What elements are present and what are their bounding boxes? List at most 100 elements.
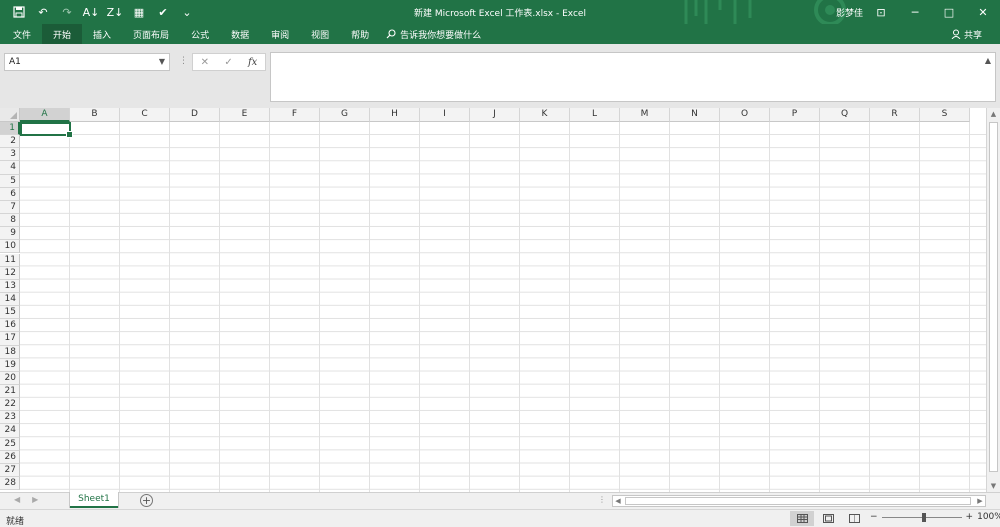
row-header-27[interactable]: 27 [0, 463, 20, 478]
zoom-slider[interactable] [881, 512, 962, 522]
chevron-down-icon[interactable]: ▼ [159, 57, 165, 66]
column-header-f[interactable]: F [270, 108, 320, 122]
row-header-11[interactable]: 11 [0, 253, 20, 267]
row-header-19[interactable]: 19 [0, 358, 20, 372]
row-header-14[interactable]: 14 [0, 292, 20, 307]
column-header-b[interactable]: B [70, 108, 120, 122]
row-header-28[interactable]: 28 [0, 477, 20, 491]
column-header-n[interactable]: N [670, 108, 720, 122]
row-header-2[interactable]: 2 [0, 135, 20, 149]
undo-button[interactable]: ↶ [32, 1, 54, 23]
page-layout-view-icon[interactable] [816, 511, 840, 526]
cancel-icon[interactable]: ✕ [201, 57, 209, 68]
vertical-scrollbar[interactable]: ▲ ▼ [986, 108, 1000, 492]
scroll-left-icon[interactable]: ◀ [613, 496, 623, 506]
row-header-10[interactable]: 10 [0, 240, 20, 254]
row-header-25[interactable]: 25 [0, 437, 20, 451]
horizontal-scrollbar[interactable]: ◀ ▶ [612, 495, 986, 507]
column-header-c[interactable]: C [120, 108, 170, 122]
column-header-i[interactable]: I [420, 108, 470, 122]
select-all-button[interactable] [0, 108, 20, 122]
add-sheet-button[interactable]: + [140, 494, 153, 507]
minimize-button[interactable]: ─ [898, 0, 932, 24]
tab-0[interactable]: 文件 [2, 24, 42, 44]
row-header-24[interactable]: 24 [0, 424, 20, 438]
row-header-6[interactable]: 6 [0, 187, 20, 201]
enter-icon[interactable]: ✓ [224, 57, 232, 68]
active-cell-a1[interactable] [20, 122, 73, 138]
formula-input[interactable]: ▲ [270, 52, 996, 102]
scroll-down-icon[interactable]: ▼ [987, 480, 1000, 492]
scroll-right-icon[interactable]: ▶ [975, 496, 985, 506]
user-name[interactable]: 影梦佳 [836, 6, 863, 19]
row-header-1[interactable]: 1 [0, 122, 20, 136]
column-header-k[interactable]: K [520, 108, 570, 122]
row-header-7[interactable]: 7 [0, 200, 20, 215]
column-header-e[interactable]: E [220, 108, 270, 122]
row-header-12[interactable]: 12 [0, 266, 20, 280]
chevron-up-icon[interactable]: ▲ [985, 56, 991, 65]
row-header-23[interactable]: 23 [0, 411, 20, 425]
ribbon-display-options-button[interactable]: ⊡ [864, 0, 898, 24]
redo-button[interactable]: ↷ [56, 1, 78, 23]
row-header-13[interactable]: 13 [0, 279, 20, 293]
zoom-in-button[interactable]: + [966, 512, 974, 522]
vertical-scroll-thumb[interactable] [989, 122, 998, 472]
row-header-20[interactable]: 20 [0, 371, 20, 385]
row-header-4[interactable]: 4 [0, 161, 20, 175]
tab-7[interactable]: 视图 [300, 24, 340, 44]
row-header-22[interactable]: 22 [0, 398, 20, 412]
row-header-9[interactable]: 9 [0, 227, 20, 241]
scroll-up-icon[interactable]: ▲ [987, 108, 1000, 120]
row-header-15[interactable]: 15 [0, 306, 20, 320]
insert-function-button[interactable]: fx [248, 57, 257, 68]
page-break-view-icon[interactable] [842, 511, 866, 526]
cell-area[interactable] [20, 122, 986, 492]
column-header-a[interactable]: A [20, 108, 70, 122]
zoom-slider-knob[interactable] [921, 512, 926, 522]
tab-6[interactable]: 审阅 [260, 24, 300, 44]
form-button[interactable]: ▦ [128, 1, 150, 23]
row-header-26[interactable]: 26 [0, 450, 20, 464]
row-header-18[interactable]: 18 [0, 345, 20, 359]
column-header-q[interactable]: Q [820, 108, 870, 122]
tab-1[interactable]: 开始 [42, 24, 83, 44]
sheet-prev-icon[interactable]: ◀ [14, 495, 20, 504]
column-header-h[interactable]: H [370, 108, 420, 122]
column-header-m[interactable]: M [620, 108, 670, 122]
column-header-p[interactable]: P [770, 108, 820, 122]
sort-ascending-button[interactable]: A↓ [80, 1, 102, 23]
splitter-handle[interactable]: ⋮ [179, 56, 188, 66]
column-header-l[interactable]: L [570, 108, 620, 122]
column-header-g[interactable]: G [320, 108, 370, 122]
horizontal-scroll-thumb[interactable] [625, 497, 971, 505]
column-header-s[interactable]: S [920, 108, 970, 122]
row-header-21[interactable]: 21 [0, 385, 20, 399]
name-box[interactable]: A1 ▼ [4, 53, 170, 71]
tab-4[interactable]: 公式 [180, 24, 220, 44]
column-header-j[interactable]: J [470, 108, 520, 122]
row-header-5[interactable]: 5 [0, 174, 20, 188]
tab-5[interactable]: 数据 [220, 24, 260, 44]
tab-3[interactable]: 页面布局 [122, 24, 180, 44]
row-header-17[interactable]: 17 [0, 332, 20, 346]
tab-splitter-handle[interactable]: ⋮ [598, 495, 606, 504]
column-header-o[interactable]: O [720, 108, 770, 122]
tab-2[interactable]: 插入 [82, 24, 122, 44]
tell-me-box[interactable]: 告诉我你想要做什么 [386, 28, 481, 41]
normal-view-icon[interactable] [790, 511, 814, 526]
row-header-3[interactable]: 3 [0, 148, 20, 162]
sort-descending-button[interactable]: Z↓ [104, 1, 126, 23]
sheet-next-icon[interactable]: ▶ [32, 495, 38, 504]
share-button[interactable]: 共享 [951, 24, 982, 44]
tab-8[interactable]: 帮助 [340, 24, 380, 44]
customize-qat-button[interactable]: ⌄ [176, 1, 198, 23]
zoom-out-button[interactable]: − [870, 512, 878, 522]
sheet-tab-sheet1[interactable]: Sheet1 [70, 492, 118, 508]
column-header-d[interactable]: D [170, 108, 220, 122]
maximize-button[interactable]: □ [932, 0, 966, 24]
save-icon[interactable] [8, 1, 30, 23]
close-button[interactable]: ✕ [966, 0, 1000, 24]
row-header-8[interactable]: 8 [0, 214, 20, 228]
column-header-r[interactable]: R [870, 108, 920, 122]
